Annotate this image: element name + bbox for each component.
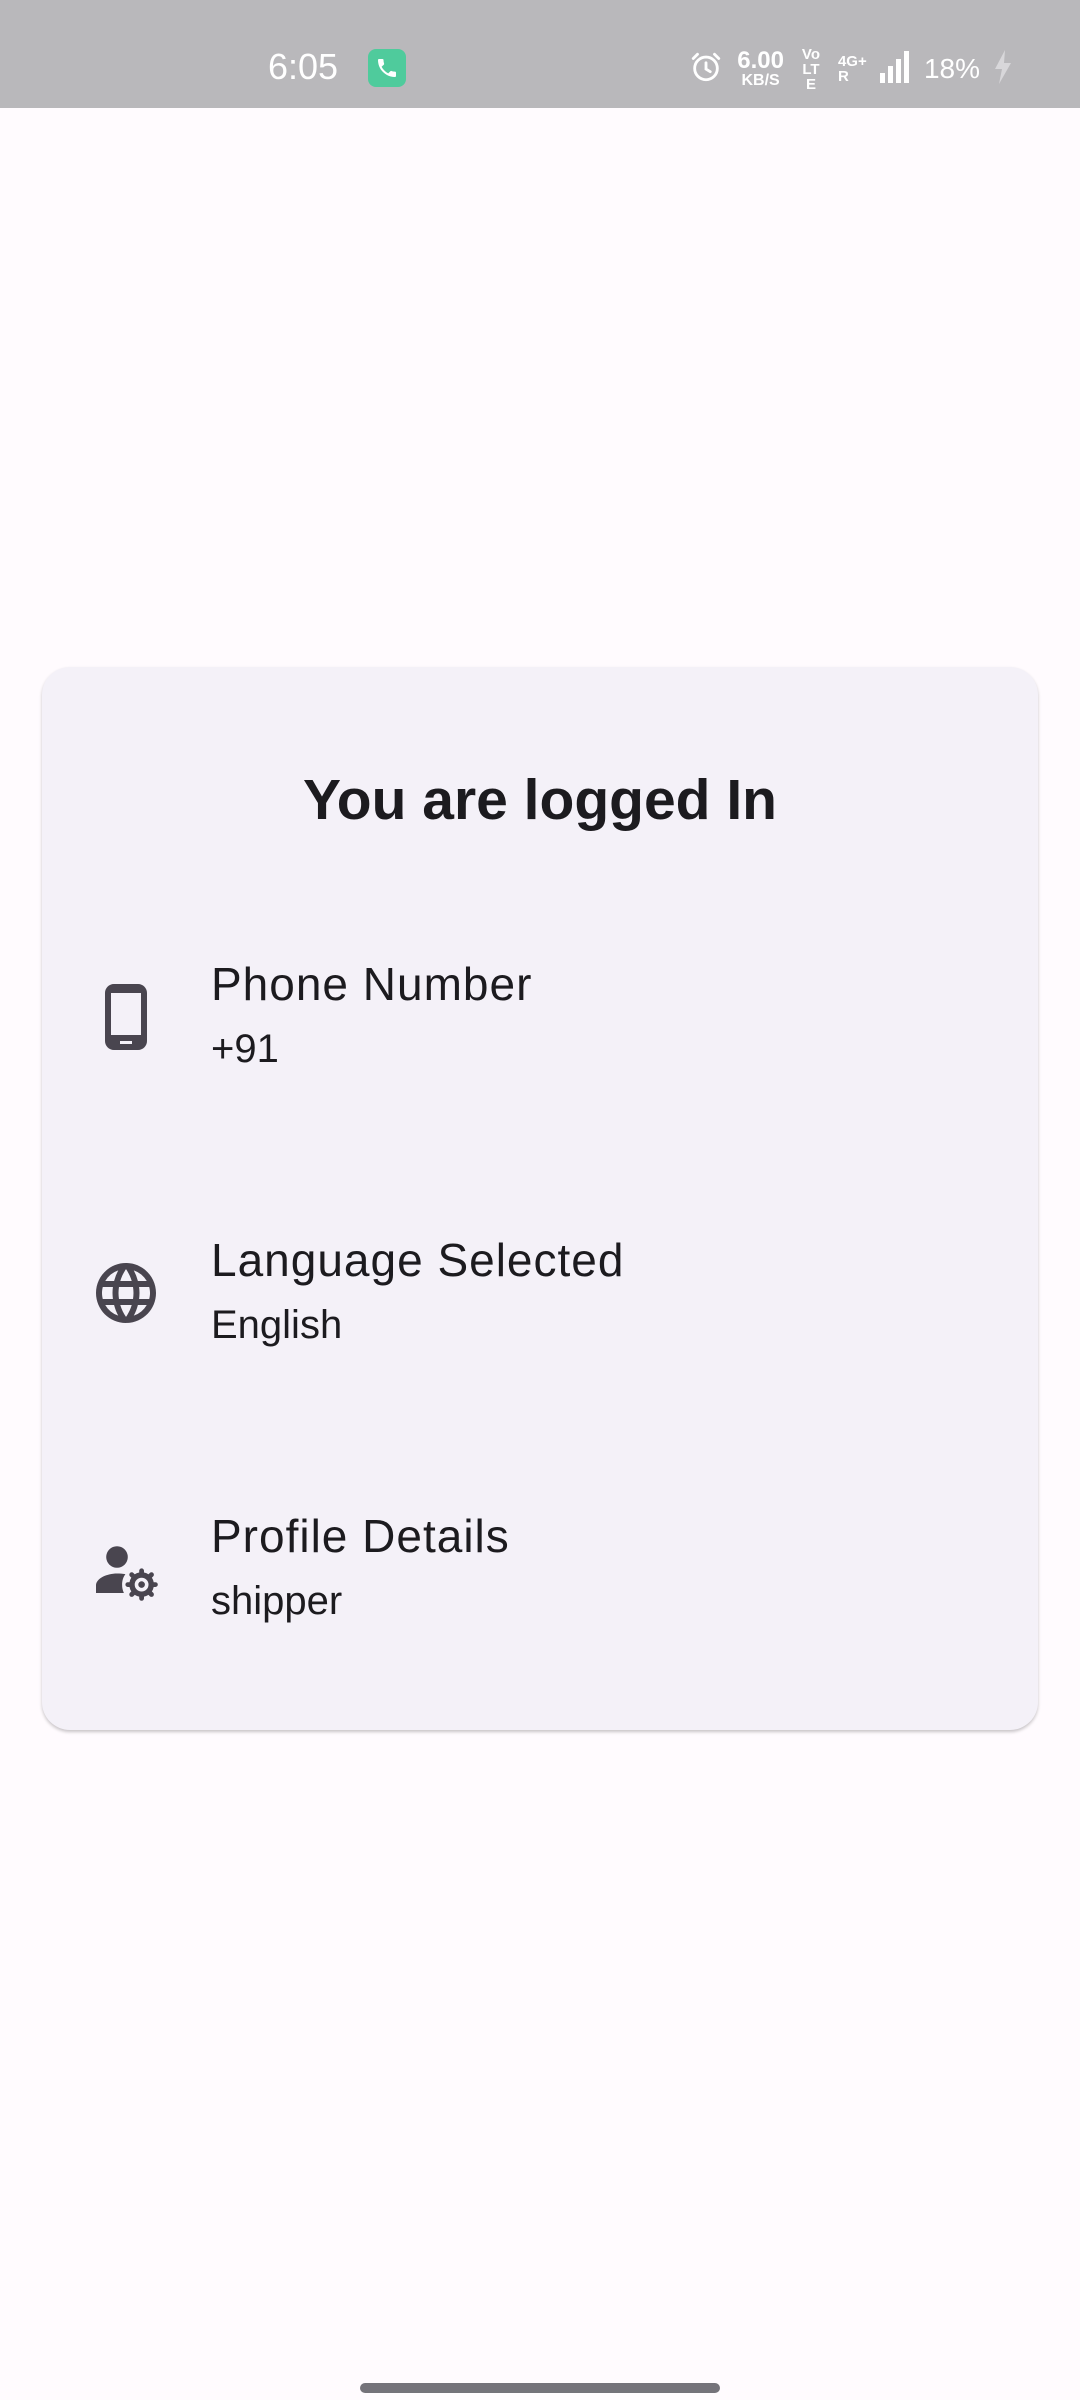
battery-percentage: 18% [923,53,980,84]
language-row: Language Selected English [42,1223,1038,1363]
alarm-icon [689,50,723,89]
manage-accounts-icon [90,1533,162,1605]
profile-details-value: shipper [211,1579,343,1623]
volte-label: Vo LTE [801,45,820,93]
profile-details-label: Profile Details [211,1510,510,1562]
phone-number-label: Phone Number [211,958,533,1010]
ongoing-call-icon[interactable] [368,49,406,87]
status-time: 6:05 [268,46,339,87]
network-speed: 6.00 KB/S [737,49,784,89]
network-type-label: 4G+ R [837,53,867,85]
profile-details-row: Profile Details shipper [42,1499,1038,1639]
status-bar: 6:05 6.00 KB/S Vo LTE 4G+ R 18% [0,0,1080,108]
network-speed-value: 6.00 [737,47,784,74]
phone-number-value: +91 [211,1027,279,1071]
status-icons: 6.00 KB/S Vo LTE 4G+ R 18% [689,44,1012,94]
signal-icon [879,50,910,88]
language-selected-label: Language Selected [211,1234,625,1286]
network-speed-unit: KB/S [741,72,780,89]
login-info-card: You are logged In Phone Number +91 Langu… [42,667,1038,1730]
home-gesture-bar[interactable] [360,2383,720,2393]
phone-number-row: Phone Number +91 [42,947,1038,1087]
language-selected-value: English [211,1303,343,1347]
charging-icon [994,49,1012,89]
smartphone-icon [90,981,162,1053]
globe-icon [90,1257,162,1329]
card-title: You are logged In [303,768,777,832]
